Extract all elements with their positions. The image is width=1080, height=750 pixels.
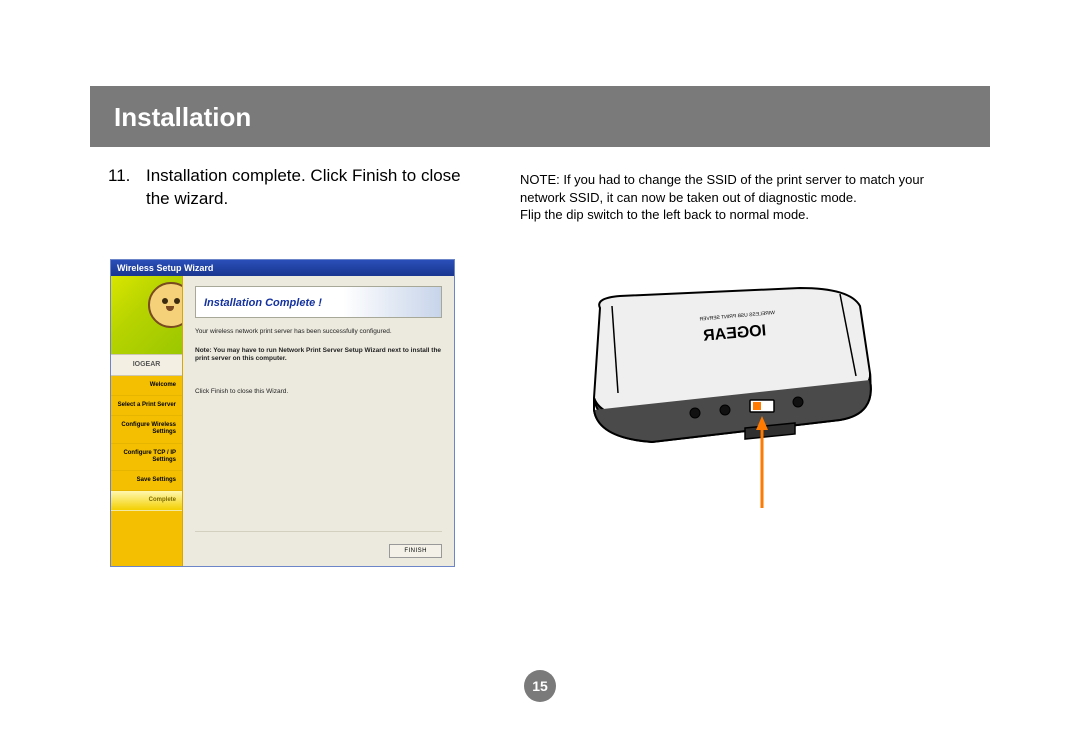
wizard-heading: Installation Complete ! [204, 297, 322, 309]
left-column: 11. Installation complete. Click Finish … [90, 165, 480, 567]
page-number-badge: 15 [524, 670, 556, 702]
right-column: NOTE: If you had to change the SSID of t… [520, 165, 960, 567]
wizard-window-title: Wireless Setup Wizard [111, 260, 454, 276]
wizard-screenshot: Wireless Setup Wizard IOGEAR Welco [110, 259, 455, 567]
step-text: Installation complete. Click Finish to c… [146, 165, 480, 211]
wizard-step-select: Select a Print Server [111, 396, 182, 416]
wizard-main-panel: Installation Complete ! Your wireless ne… [183, 276, 454, 566]
wizard-step-wireless: Configure Wireless Settings [111, 416, 182, 443]
wizard-sidebar: IOGEAR Welcome Select a Print Server Con… [111, 276, 183, 566]
step-number: 11. [108, 165, 146, 188]
device-illustration: IOGEAR WIRELESS USB PRINT SERVER [540, 278, 900, 538]
wizard-step-save: Save Settings [111, 471, 182, 491]
section-title: Installation [114, 102, 251, 132]
wizard-body-1: Your wireless network print server has b… [195, 328, 442, 337]
wizard-mascot-icon [111, 276, 182, 354]
wizard-step-complete: Complete [111, 491, 182, 511]
section-title-bar: Installation [90, 86, 990, 147]
page-number: 15 [532, 678, 548, 694]
step-11: 11. Installation complete. Click Finish … [108, 165, 480, 211]
wizard-brand-logo: IOGEAR [111, 354, 182, 376]
finish-button[interactable]: FINISH [389, 544, 442, 558]
print-server-device-icon: IOGEAR WIRELESS USB PRINT SERVER [540, 278, 900, 538]
note-line-2: Flip the dip switch to the left back to … [520, 206, 960, 224]
wizard-step-welcome: Welcome [111, 376, 182, 396]
note-line-1: NOTE: If you had to change the SSID of t… [520, 171, 960, 206]
wizard-body-2: Note: You may have to run Network Print … [195, 347, 442, 365]
wizard-step-tcpip: Configure TCP / IP Settings [111, 444, 182, 471]
wizard-body-3: Click Finish to close this Wizard. [195, 388, 442, 397]
wizard-heading-box: Installation Complete ! [195, 286, 442, 318]
